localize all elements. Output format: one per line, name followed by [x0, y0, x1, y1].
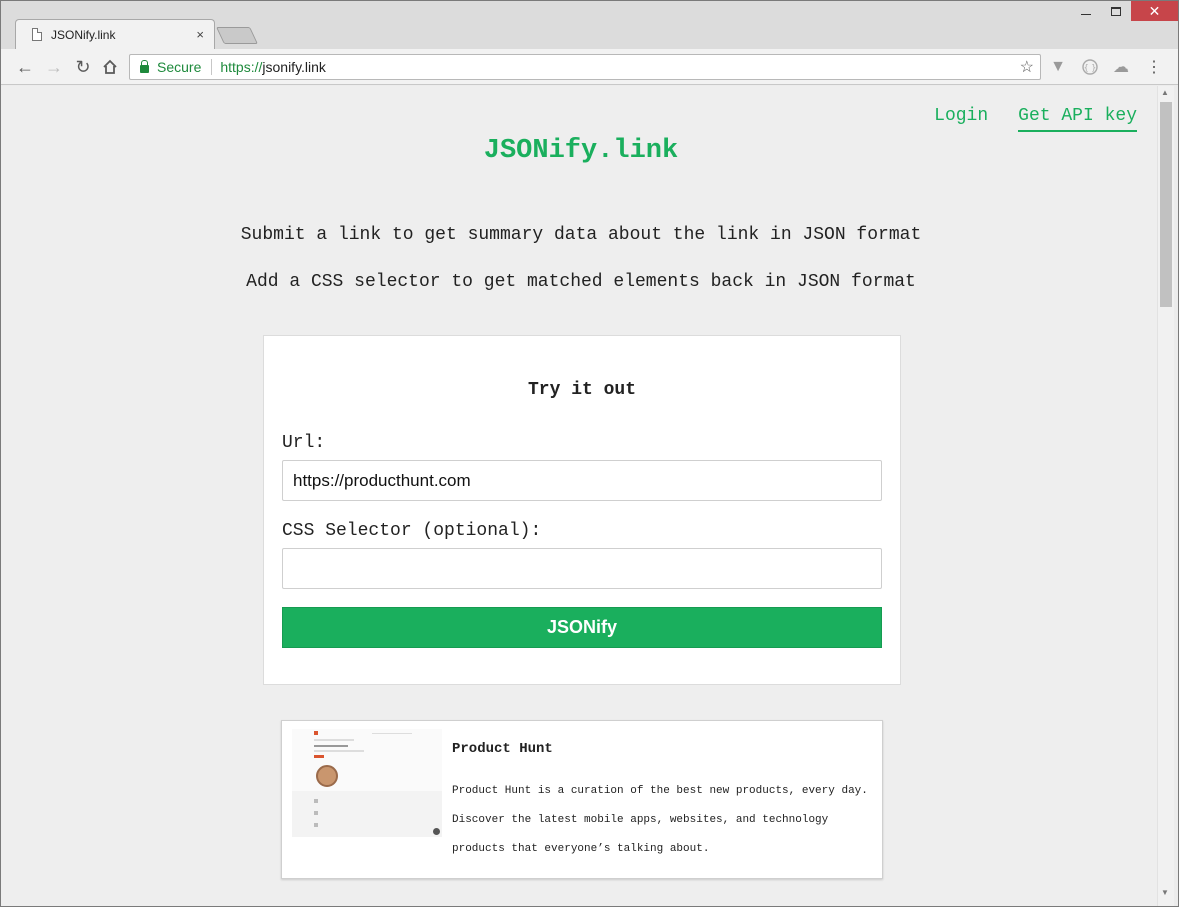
- result-description: Product Hunt is a curation of the best n…: [452, 785, 868, 855]
- scroll-up-icon[interactable]: ▲: [1161, 88, 1169, 97]
- svg-text:{ }: { }: [1084, 63, 1097, 72]
- get-api-key-link[interactable]: Get API key: [1018, 106, 1137, 132]
- close-window-button[interactable]: ✕: [1131, 1, 1178, 21]
- browser-toolbar: ← → ↻ Secure https://jsonify.link ☆ ▼ { …: [1, 49, 1178, 85]
- result-title: Product Hunt: [452, 741, 553, 757]
- new-tab-button[interactable]: [216, 27, 258, 44]
- top-nav: Login Get API key: [934, 106, 1137, 132]
- url-host: jsonify.link: [262, 59, 326, 75]
- minimize-button[interactable]: [1071, 1, 1101, 21]
- extension-cloud-icon[interactable]: ☁: [1111, 57, 1131, 77]
- login-link[interactable]: Login: [934, 106, 988, 132]
- jsonify-button[interactable]: JSONify: [282, 607, 882, 648]
- forward-arrow-icon: →: [45, 56, 63, 77]
- tab-title: JSONify.link: [51, 27, 116, 42]
- card-title: Try it out: [527, 380, 637, 400]
- maximize-icon: [1111, 6, 1121, 16]
- tagline-summary: Submit a link to get summary data about …: [240, 225, 922, 245]
- title-bar: ✕ JSONify.link ×: [1, 1, 1178, 49]
- home-button[interactable]: [100, 57, 120, 77]
- page-scrollbar[interactable]: ▲ ▼: [1157, 86, 1174, 906]
- home-icon: [103, 59, 117, 74]
- scroll-thumb[interactable]: [1160, 102, 1172, 307]
- thumbnail-avatar: [316, 765, 338, 787]
- css-selector-label: CSS Selector (optional):: [282, 521, 542, 541]
- minimize-icon: [1081, 13, 1091, 15]
- scroll-down-icon[interactable]: ▼: [1161, 888, 1169, 897]
- reload-button[interactable]: ↻: [73, 57, 93, 77]
- window-controls: ✕: [1071, 1, 1178, 21]
- reload-icon: ↻: [75, 56, 91, 77]
- browser-tab[interactable]: JSONify.link ×: [15, 19, 215, 49]
- tagline-selector: Add a CSS selector to get matched elemen…: [246, 272, 916, 292]
- browser-menu-icon[interactable]: ⋮: [1144, 57, 1164, 77]
- address-bar[interactable]: Secure https://jsonify.link ☆: [129, 54, 1041, 80]
- close-icon: ✕: [1148, 2, 1161, 19]
- url-scheme: https://: [220, 59, 263, 75]
- secure-label: Secure: [157, 59, 202, 75]
- maximize-button[interactable]: [1101, 1, 1131, 21]
- json-braces-icon: { }: [1082, 59, 1098, 75]
- css-selector-input[interactable]: [282, 548, 882, 589]
- result-thumbnail: [292, 729, 442, 837]
- extension-json-icon[interactable]: { }: [1080, 57, 1100, 77]
- thumbnail-dot-icon: [433, 828, 440, 835]
- forward-button[interactable]: →: [44, 57, 64, 77]
- result-card[interactable]: Product Hunt Product Hunt is a curation …: [281, 720, 883, 879]
- address-divider: [211, 59, 213, 75]
- try-it-card: Try it out Url: CSS Selector (optional):…: [263, 335, 901, 685]
- tab-close-icon[interactable]: ×: [196, 27, 204, 42]
- url-input[interactable]: [282, 460, 882, 501]
- back-button[interactable]: ←: [15, 57, 35, 77]
- bookmark-star-icon[interactable]: ☆: [1020, 57, 1034, 77]
- page-viewport: Login Get API key JSONify.link Submit a …: [1, 86, 1157, 906]
- page-icon: [32, 28, 42, 41]
- extension-v-icon[interactable]: ▼: [1048, 57, 1068, 77]
- browser-window: ✕ JSONify.link × ← → ↻ Secure https://js…: [0, 0, 1179, 907]
- page-title: JSONify.link: [483, 136, 679, 166]
- lock-icon: [140, 60, 149, 73]
- back-arrow-icon: ←: [16, 56, 34, 77]
- url-label: Url:: [282, 433, 326, 453]
